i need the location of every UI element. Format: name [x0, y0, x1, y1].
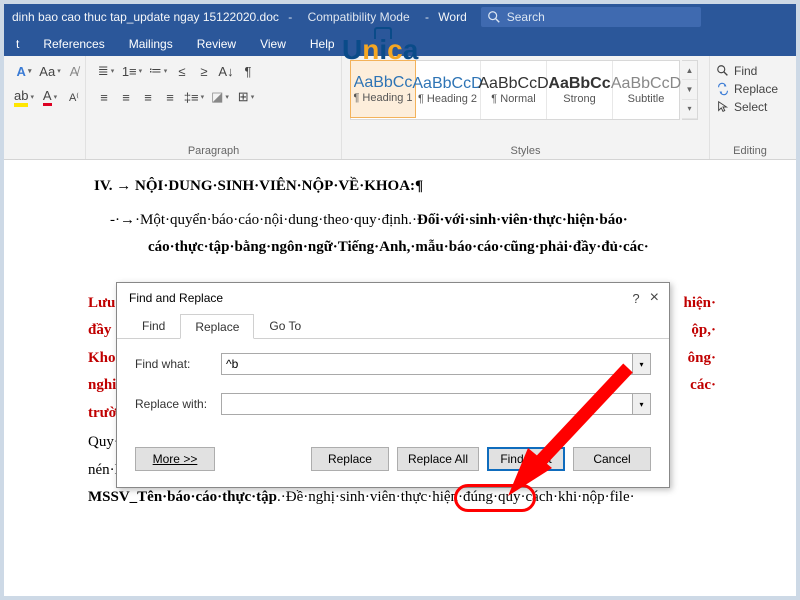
find-icon: [716, 64, 730, 78]
replace-with-label: Replace with:: [135, 397, 221, 411]
more-button[interactable]: More >>: [135, 447, 215, 471]
replace-button[interactable]: Replace: [311, 447, 389, 471]
doc-heading: IV. → NỘI·DUNG·SINH·VIÊN·NỘP·VỀ·KHOA:¶: [94, 174, 716, 200]
sort-icon[interactable]: A↓: [216, 60, 236, 82]
style-normal[interactable]: AaBbCcD ¶ Normal: [481, 61, 547, 119]
find-replace-dialog: Find and Replace ? × Find Replace Go To …: [116, 282, 670, 488]
style-strong[interactable]: AaBbCc Strong: [547, 61, 613, 119]
style-heading1[interactable]: AaBbCc ¶ Heading 1: [350, 60, 416, 118]
dialog-tab-find[interactable]: Find: [127, 313, 180, 338]
tab-help[interactable]: Help: [298, 31, 347, 56]
search-icon: [487, 10, 501, 24]
align-center-icon[interactable]: ≡: [116, 86, 136, 108]
find-what-input[interactable]: [221, 353, 633, 375]
align-left-icon[interactable]: ≡: [94, 86, 114, 108]
app-name: Word: [438, 10, 466, 24]
styles-more-icon[interactable]: ▾: [682, 100, 697, 119]
document-filename: dinh bao cao thuc tap_update ngay 151220…: [12, 10, 279, 24]
ribbon-tabs: t References Mailings Review View Help: [4, 30, 796, 56]
tab-mailings[interactable]: Mailings: [117, 31, 185, 56]
doc-paragraph: MSSV_Tên·báo·cáo·thực·tập.·Đề·nghị·sinh·…: [88, 485, 716, 511]
style-heading2[interactable]: AaBbCcD ¶ Heading 2: [415, 61, 481, 119]
doc-paragraph: -·→·Một·quyển·báo·cáo·nội·dung·theo·quy·…: [88, 208, 716, 234]
editing-group-label: Editing: [716, 143, 784, 157]
font-color-icon[interactable]: A▾: [38, 86, 62, 108]
dialog-tab-goto[interactable]: Go To: [254, 313, 316, 338]
styles-scroll[interactable]: ▲ ▼ ▾: [682, 60, 698, 120]
justify-icon[interactable]: ≡: [160, 86, 180, 108]
decrease-indent-icon[interactable]: ≤: [172, 60, 192, 82]
clear-format-icon[interactable]: A̸: [64, 60, 84, 82]
highlight-icon[interactable]: ab▾: [12, 86, 36, 108]
titlebar: dinh bao cao thuc tap_update ngay 151220…: [4, 4, 796, 30]
borders-icon[interactable]: ⊞▾: [234, 86, 258, 108]
find-next-button[interactable]: Find Next: [487, 447, 565, 471]
replace-with-input[interactable]: [221, 393, 633, 415]
char-shading-icon[interactable]: A⁽: [64, 86, 84, 108]
style-subtitle[interactable]: AaBbCcD Subtitle: [613, 61, 679, 119]
styles-gallery[interactable]: AaBbCc ¶ Heading 1 AaBbCcD ¶ Heading 2 A…: [350, 60, 680, 120]
replace-all-button[interactable]: Replace All: [397, 447, 479, 471]
search-placeholder: Search: [507, 10, 545, 24]
tab-review[interactable]: Review: [185, 31, 248, 56]
increase-indent-icon[interactable]: ≥: [194, 60, 214, 82]
dialog-title: Find and Replace: [129, 291, 223, 305]
ribbon: A▾ Aa▾ A̸ ab▾ A▾ A⁽ Font ≣▾ 1≡▾ ≔▾ ≤ ≥ A…: [4, 56, 796, 160]
styles-up-icon[interactable]: ▲: [682, 61, 697, 80]
select-button[interactable]: Select: [716, 98, 784, 116]
shading-icon[interactable]: ◪▾: [208, 86, 232, 108]
dialog-tab-replace[interactable]: Replace: [180, 314, 254, 339]
compat-mode-label: Compatibility Mode: [308, 10, 410, 24]
paragraph-group-label: Paragraph: [94, 143, 333, 157]
text-effects-icon[interactable]: A▾: [12, 60, 36, 82]
search-box[interactable]: Search: [481, 7, 701, 27]
cancel-button[interactable]: Cancel: [573, 447, 651, 471]
doc-paragraph: cáo·thực·tập·bằng·ngôn·ngữ·Tiếng·Anh,·mẫ…: [88, 235, 716, 261]
replace-icon: [716, 82, 730, 96]
line-spacing-icon[interactable]: ‡≡▾: [182, 86, 206, 108]
dialog-help-button[interactable]: ?: [632, 291, 639, 306]
multilevel-icon[interactable]: ≔▾: [146, 60, 170, 82]
dialog-close-button[interactable]: ×: [650, 289, 659, 307]
select-icon: [716, 100, 730, 114]
styles-down-icon[interactable]: ▼: [682, 80, 697, 99]
align-right-icon[interactable]: ≡: [138, 86, 158, 108]
replace-dropdown-icon[interactable]: ▾: [633, 393, 651, 415]
char-format-icon[interactable]: Aa▾: [38, 60, 62, 82]
replace-button[interactable]: Replace: [716, 80, 784, 98]
find-what-label: Find what:: [135, 357, 221, 371]
tab-partial[interactable]: t: [4, 31, 31, 56]
tab-view[interactable]: View: [248, 31, 298, 56]
dialog-tabs: Find Replace Go To: [117, 313, 669, 339]
find-dropdown-icon[interactable]: ▾: [633, 353, 651, 375]
bullets-icon[interactable]: ≣▾: [94, 60, 118, 82]
styles-group-label: Styles: [350, 143, 701, 157]
find-button[interactable]: Find: [716, 62, 784, 80]
show-marks-icon[interactable]: ¶: [238, 60, 258, 82]
numbering-icon[interactable]: 1≡▾: [120, 60, 144, 82]
tab-references[interactable]: References: [31, 31, 116, 56]
